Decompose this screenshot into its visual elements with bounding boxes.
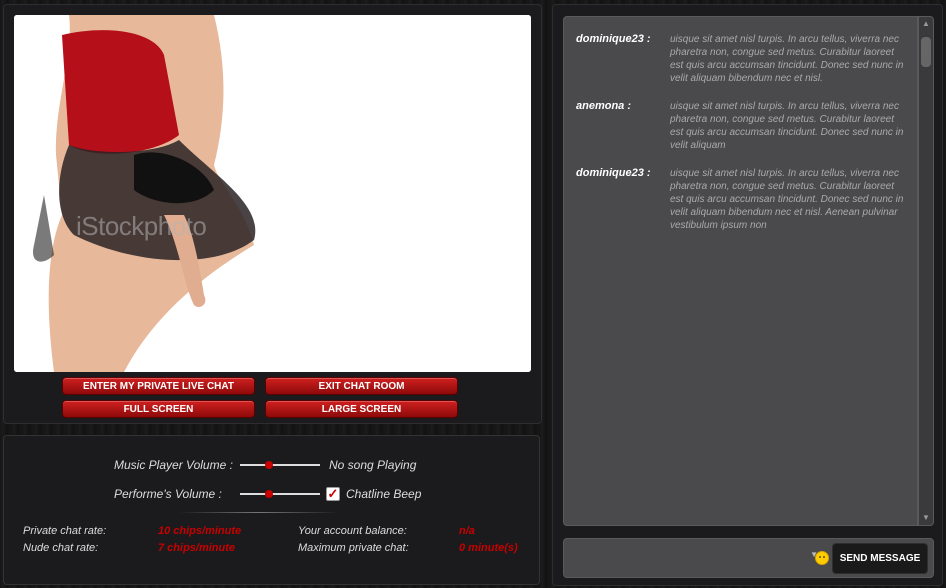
message-text: uisque sit amet nisl turpis. In arcu tel…	[670, 34, 904, 84]
chat-log[interactable]: dominique23 : uisque sit amet nisl turpi…	[563, 16, 918, 526]
chat-message: anemona : uisque sit amet nisl turpis. I…	[576, 100, 905, 152]
message-username[interactable]: dominique23 :	[576, 167, 670, 232]
performer-image	[14, 15, 531, 372]
nude-rate-value: 7 chips/minute	[158, 542, 236, 554]
message-username[interactable]: anemona :	[576, 100, 670, 152]
song-status: No song Playing	[329, 458, 417, 472]
full-screen-button[interactable]: FULL SCREEN	[62, 400, 255, 418]
chat-message: dominique23 : uisque sit amet nisl turpi…	[576, 167, 905, 232]
performer-volume-label: Performe's Volume :	[114, 487, 222, 501]
checkmark-icon: ✓	[327, 486, 339, 501]
performer-volume-slider[interactable]	[240, 488, 320, 500]
slider-knob[interactable]	[265, 461, 274, 469]
music-volume-label: Music Player Volume :	[114, 458, 233, 472]
performer-video[interactable]: iStockphoto	[14, 15, 531, 372]
chat-scrollbar[interactable]: ▲ ▼	[918, 16, 934, 526]
controls-panel: Music Player Volume : No song Playing Pe…	[3, 435, 540, 585]
watermark: iStockphoto	[76, 211, 207, 241]
max-private-value: 0 minute(s)	[459, 542, 518, 554]
nude-rate-label: Nude chat rate:	[23, 542, 99, 554]
slider-knob[interactable]	[265, 490, 274, 498]
smiley-icon[interactable]	[815, 551, 829, 565]
chat-panel: dominique23 : uisque sit amet nisl turpi…	[552, 4, 943, 586]
enter-private-chat-button[interactable]: ENTER MY PRIVATE LIVE CHAT	[62, 377, 255, 395]
private-rate-value: 10 chips/minute	[158, 525, 242, 537]
chatline-beep-checkbox[interactable]: ✓	[326, 487, 340, 501]
music-volume-slider[interactable]	[240, 459, 320, 471]
video-panel: iStockphoto ENTER MY PRIVATE LIVE CHAT E…	[3, 4, 542, 424]
max-private-label: Maximum private chat:	[298, 542, 409, 554]
balance-value: n/a	[459, 525, 475, 537]
scroll-down-icon[interactable]: ▼	[921, 513, 931, 523]
message-text: uisque sit amet nisl turpis. In arcu tel…	[670, 101, 904, 151]
divider	[179, 512, 339, 513]
balance-label: Your account balance:	[298, 525, 407, 537]
scroll-up-icon[interactable]: ▲	[921, 19, 931, 29]
large-screen-button[interactable]: LARGE SCREEN	[265, 400, 458, 418]
chat-message: dominique23 : uisque sit amet nisl turpi…	[576, 33, 905, 85]
chatline-beep-label: Chatline Beep	[346, 487, 422, 501]
private-rate-label: Private chat rate:	[23, 525, 107, 537]
scroll-thumb[interactable]	[921, 37, 931, 67]
message-text: uisque sit amet nisl turpis. In arcu tel…	[670, 168, 904, 231]
exit-chat-room-button[interactable]: EXIT CHAT ROOM	[265, 377, 458, 395]
message-username[interactable]: dominique23 :	[576, 33, 670, 85]
send-message-button[interactable]: SEND MESSAGE	[832, 543, 928, 574]
message-input[interactable]: ▼ SEND MESSAGE	[563, 538, 934, 578]
